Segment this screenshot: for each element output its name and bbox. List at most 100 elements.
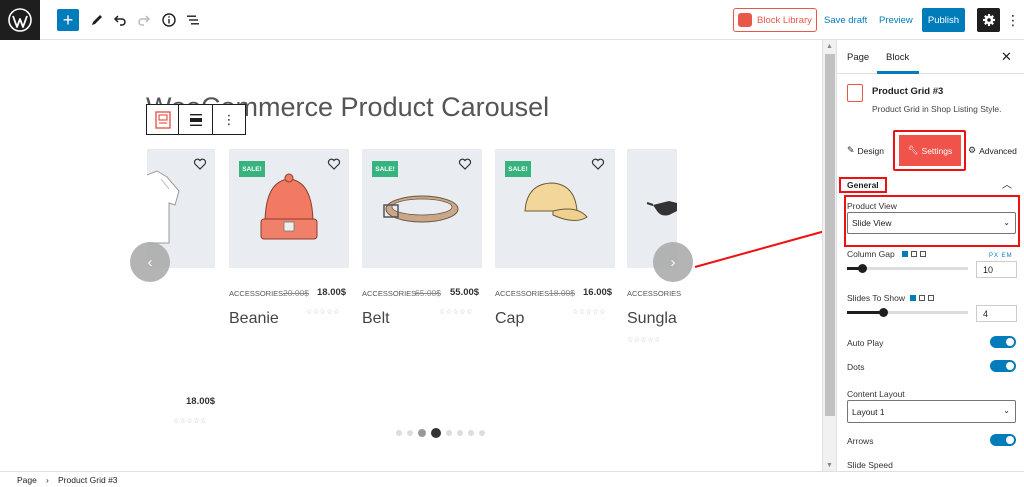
product-old-price: 20.00$	[283, 288, 309, 298]
preview-button[interactable]: Preview	[879, 15, 913, 26]
carousel-dot[interactable]	[396, 430, 402, 436]
tablet-icon[interactable]	[911, 251, 917, 257]
product-grid-icon	[154, 110, 171, 129]
breadcrumb-page[interactable]: Page	[17, 475, 37, 485]
add-block-button[interactable]: +	[57, 9, 79, 31]
responsive-device-icons[interactable]	[910, 295, 934, 301]
options-menu-button[interactable]: ⋮	[1006, 10, 1020, 30]
content-layout-value: Layout 1	[852, 406, 885, 417]
slides-to-show-slider[interactable]	[847, 308, 968, 317]
details-button[interactable]	[158, 9, 180, 31]
block-library-button[interactable]: Block Library	[733, 8, 817, 32]
undo-icon	[113, 15, 126, 26]
carousel-prev-button[interactable]: ‹	[130, 242, 170, 282]
carousel-dot-active[interactable]	[431, 428, 441, 438]
dots-label: Dots	[847, 362, 865, 372]
slider-handle[interactable]	[879, 308, 888, 317]
carousel-dot[interactable]	[446, 430, 452, 436]
block-toolbar: ⋮	[146, 104, 246, 135]
scrollbar-thumb[interactable]	[825, 54, 835, 416]
general-section-header[interactable]: General ︿	[837, 173, 1024, 193]
wordpress-icon	[8, 8, 32, 32]
tab-design[interactable]: ✎ Design	[847, 145, 884, 156]
product-price: 18.00$	[186, 396, 216, 407]
canvas-scrollbar[interactable]: ▲ ▼	[822, 40, 836, 471]
product-image[interactable]: SALE!	[362, 149, 482, 268]
wishlist-heart-icon[interactable]	[327, 157, 341, 171]
product-category: ACCESSORIES	[627, 289, 682, 298]
carousel-dot[interactable]	[479, 430, 485, 436]
breadcrumb-separator: ›	[46, 475, 49, 485]
carousel-dot[interactable]	[468, 430, 474, 436]
product-old-price: 65.00$	[415, 288, 441, 298]
desktop-icon[interactable]	[902, 251, 908, 257]
product-name[interactable]: Sungla	[627, 310, 677, 328]
slides-to-show-input[interactable]: 4	[976, 305, 1017, 322]
general-section-label: General	[839, 177, 887, 193]
column-gap-label: Column Gap	[847, 249, 895, 259]
product-name[interactable]: Belt	[362, 310, 390, 328]
tab-page[interactable]: Page	[847, 52, 869, 63]
mobile-icon[interactable]	[928, 295, 934, 301]
sale-badge: SALE!	[505, 161, 531, 177]
tab-settings-label: Settings	[921, 145, 953, 156]
dots-toggle[interactable]	[990, 360, 1016, 372]
redo-button[interactable]	[133, 9, 155, 31]
breadcrumb-block[interactable]: Product Grid #3	[58, 475, 118, 485]
tab-block[interactable]: Block	[886, 52, 909, 63]
align-button[interactable]	[179, 105, 213, 134]
settings-toggle-button[interactable]	[977, 8, 1000, 32]
column-gap-input[interactable]: 10	[976, 261, 1017, 278]
close-sidebar-button[interactable]: ✕	[1001, 49, 1012, 65]
carousel-dot[interactable]	[407, 430, 413, 436]
tab-design-label: Design	[857, 145, 885, 156]
wishlist-heart-icon[interactable]	[591, 157, 605, 171]
tab-settings[interactable]: 🔧︎ Settings	[899, 135, 961, 166]
wordpress-logo-button[interactable]	[0, 0, 40, 40]
brush-icon: ✎	[847, 145, 855, 155]
tablet-icon[interactable]	[919, 295, 925, 301]
product-view-select[interactable]: Slide View ⌄	[847, 212, 1016, 234]
undo-button[interactable]	[109, 9, 131, 31]
product-category: ACCESSORIES	[362, 289, 417, 298]
edit-tool-button[interactable]	[86, 9, 108, 31]
desktop-icon[interactable]	[910, 295, 916, 301]
unit-switcher[interactable]: PX EM	[989, 253, 1013, 259]
slide-speed-label: Slide Speed	[847, 460, 893, 470]
arrows-toggle[interactable]	[990, 434, 1016, 446]
product-old-price: 18.00$	[549, 288, 575, 298]
product-price: 55.00$	[450, 287, 480, 298]
scroll-up-arrow-icon[interactable]: ▲	[826, 43, 833, 50]
save-draft-button[interactable]: Save draft	[824, 15, 867, 26]
block-type-button[interactable]	[147, 105, 179, 134]
list-view-icon	[187, 15, 199, 25]
product-image[interactable]: SALE!	[495, 149, 615, 268]
publish-button[interactable]: Publish	[922, 8, 965, 32]
carousel-next-button[interactable]: ›	[653, 242, 693, 282]
responsive-device-icons[interactable]	[902, 251, 926, 257]
column-gap-slider[interactable]	[847, 264, 968, 273]
chevron-up-icon: ︿	[1002, 180, 1012, 191]
slider-handle[interactable]	[858, 264, 867, 273]
carousel-dot[interactable]	[418, 429, 426, 437]
pencil-icon	[92, 15, 102, 25]
list-view-button[interactable]	[182, 9, 204, 31]
product-name[interactable]: Beanie	[229, 310, 279, 328]
carousel-dots	[396, 428, 485, 438]
product-image[interactable]: SALE!	[229, 149, 349, 268]
wishlist-heart-icon[interactable]	[458, 157, 472, 171]
content-layout-select[interactable]: Layout 1 ⌄	[847, 400, 1016, 423]
block-title: Product Grid #3	[872, 86, 944, 97]
product-name[interactable]: Cap	[495, 310, 524, 328]
scroll-down-arrow-icon[interactable]: ▼	[826, 462, 833, 469]
block-more-button[interactable]: ⋮	[213, 105, 245, 134]
block-description: Product Grid in Shop Listing Style.	[872, 104, 1002, 114]
cog-icon: ⚙	[968, 145, 977, 155]
mobile-icon[interactable]	[920, 251, 926, 257]
product-category: ACCESSORIES	[229, 289, 284, 298]
product-price: 16.00$	[583, 287, 613, 298]
auto-play-toggle[interactable]	[990, 336, 1016, 348]
tab-advanced[interactable]: ⚙ Advanced	[968, 145, 1017, 156]
carousel-dot[interactable]	[457, 430, 463, 436]
wishlist-heart-icon[interactable]	[193, 157, 207, 171]
